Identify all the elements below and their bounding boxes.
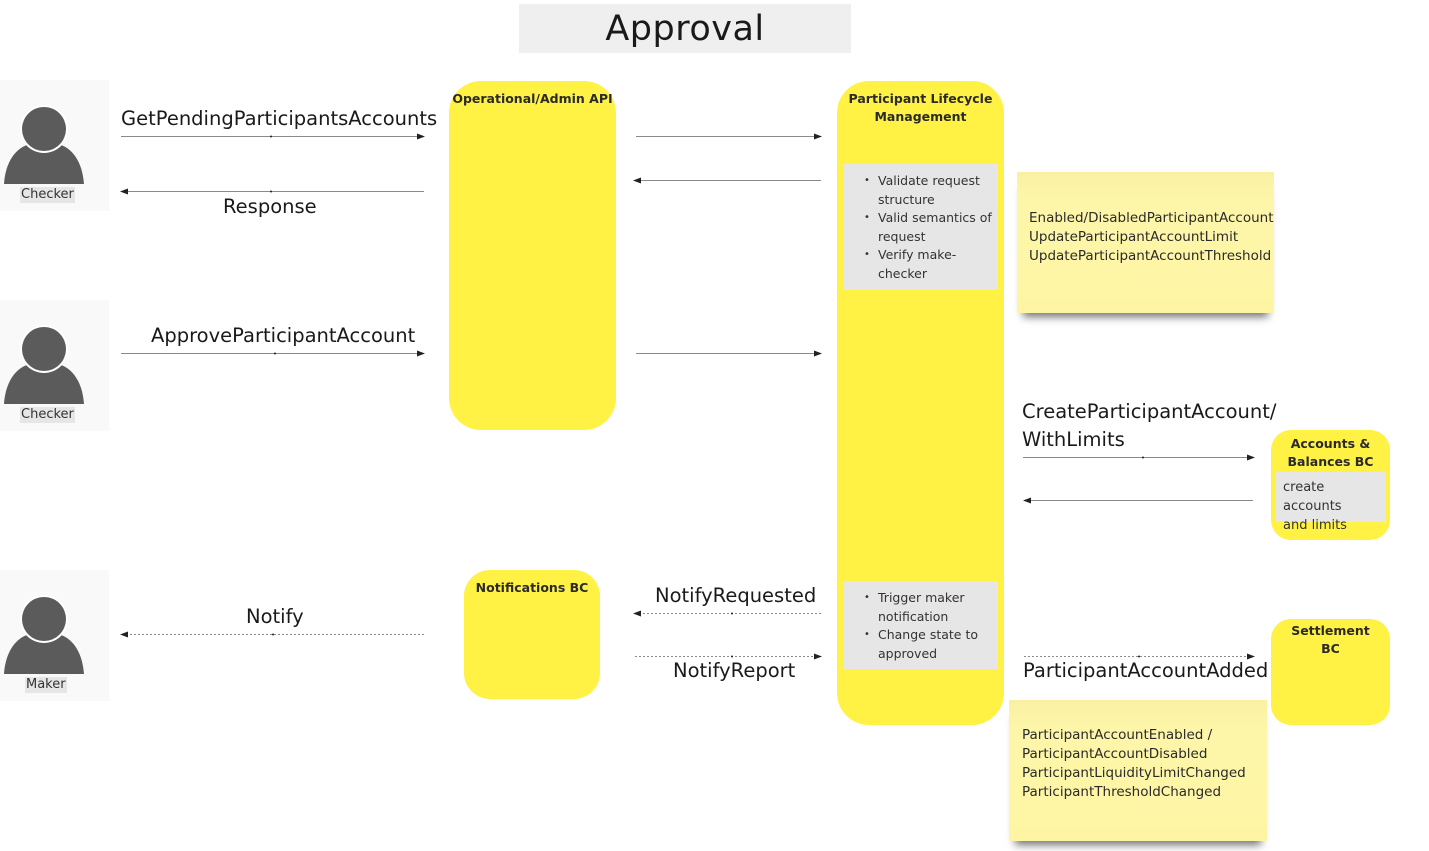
arrow-midpoint	[272, 633, 274, 636]
label-get-pending: GetPendingParticipantsAccounts	[121, 107, 438, 130]
label-approve: ApproveParticipantAccount	[151, 324, 416, 347]
arrow-midpoint	[274, 352, 276, 355]
label-account-added: ParticipantAccountAdded	[1023, 659, 1269, 682]
label-response: Response	[223, 195, 317, 218]
arrow-midpoint	[1142, 456, 1144, 459]
arrow-midpoint	[731, 612, 733, 615]
label-notify-report: NotifyReport	[673, 659, 796, 682]
label-notify-requested: NotifyRequested	[655, 584, 817, 607]
label-create-account-line2: WithLimits	[1022, 428, 1125, 451]
arrow-midpoint	[270, 135, 272, 138]
label-notify: Notify	[246, 605, 304, 628]
label-create-account-line1: CreateParticipantAccount/	[1022, 400, 1277, 423]
